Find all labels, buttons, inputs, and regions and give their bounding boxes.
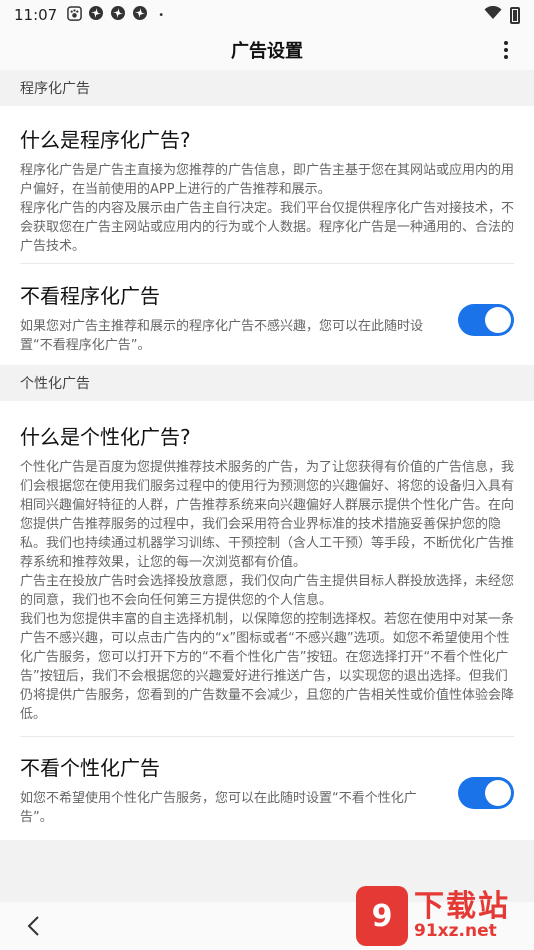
pinwheel-app-icon xyxy=(110,5,126,25)
pinwheel-app-icon xyxy=(88,5,104,25)
personalized-ad-title: 什么是个性化广告? xyxy=(20,425,191,449)
toggle-title-personalized: 不看个性化广告 xyxy=(20,756,160,780)
more-options-icon[interactable] xyxy=(492,36,520,64)
clock: 11:07 xyxy=(14,6,58,24)
programmatic-ad-description: 程序化广告是广告主直接为您推荐的广告信息，即广告主基于您在其网站或应用内的用户偏… xyxy=(20,163,515,254)
toggle-description-programmatic: 如果您对广告主推荐和展示的程序化广告不感兴趣，您可以在此随时设置“不看程序化广告… xyxy=(20,319,424,353)
back-icon[interactable] xyxy=(20,912,48,940)
notification-dot: • xyxy=(158,9,165,21)
watermark-logo: 9 下载站 91xz.net xyxy=(356,884,526,948)
section-header-personalized: 个性化广告 xyxy=(0,365,534,401)
personalized-ad-description: 个性化广告是百度为您提供推荐技术服务的广告，为了让您获得有价值的广告信息，我们会… xyxy=(20,460,515,722)
personalized-ad-toggle-row: 不看个性化广告 如您不希望使用个性化广告服务，您可以在此随时设置“不看个性化广告… xyxy=(20,752,514,827)
programmatic-ad-toggle-row: 不看程序化广告 如果您对广告主推荐和展示的程序化广告不感兴趣，您可以在此随时设置… xyxy=(20,280,514,355)
section-header-programmatic: 程序化广告 xyxy=(0,70,534,106)
divider xyxy=(20,736,514,737)
app-bar: 广告设置 xyxy=(0,30,534,70)
programmatic-ad-title: 什么是程序化广告? xyxy=(20,128,191,152)
toggle-title-programmatic: 不看程序化广告 xyxy=(20,284,160,308)
watermark-icon: 9 xyxy=(356,886,408,946)
watermark-url: 91xz.net xyxy=(414,920,497,941)
battery-icon xyxy=(510,6,520,24)
programmatic-ad-info-card: 什么是程序化广告? 程序化广告是广告主直接为您推荐的广告信息，即广告主基于您在其… xyxy=(0,106,534,256)
page-title: 广告设置 xyxy=(231,41,303,62)
no-programmatic-ad-switch[interactable] xyxy=(458,304,514,336)
no-personalized-ad-switch[interactable] xyxy=(458,777,514,809)
watermark-title: 下载站 xyxy=(414,889,510,925)
wifi-icon xyxy=(484,5,502,24)
toggle-description-personalized: 如您不希望使用个性化广告服务，您可以在此随时设置“不看个性化广告”。 xyxy=(20,791,417,825)
pinwheel-app-icon xyxy=(132,5,148,25)
personalized-ad-info-card: 什么是个性化广告? 个性化广告是百度为您提供推荐技术服务的广告，为了让您获得有价… xyxy=(0,401,534,724)
divider xyxy=(20,263,514,264)
status-bar: 11:07 • xyxy=(0,0,534,30)
paw-app-icon xyxy=(67,5,83,25)
